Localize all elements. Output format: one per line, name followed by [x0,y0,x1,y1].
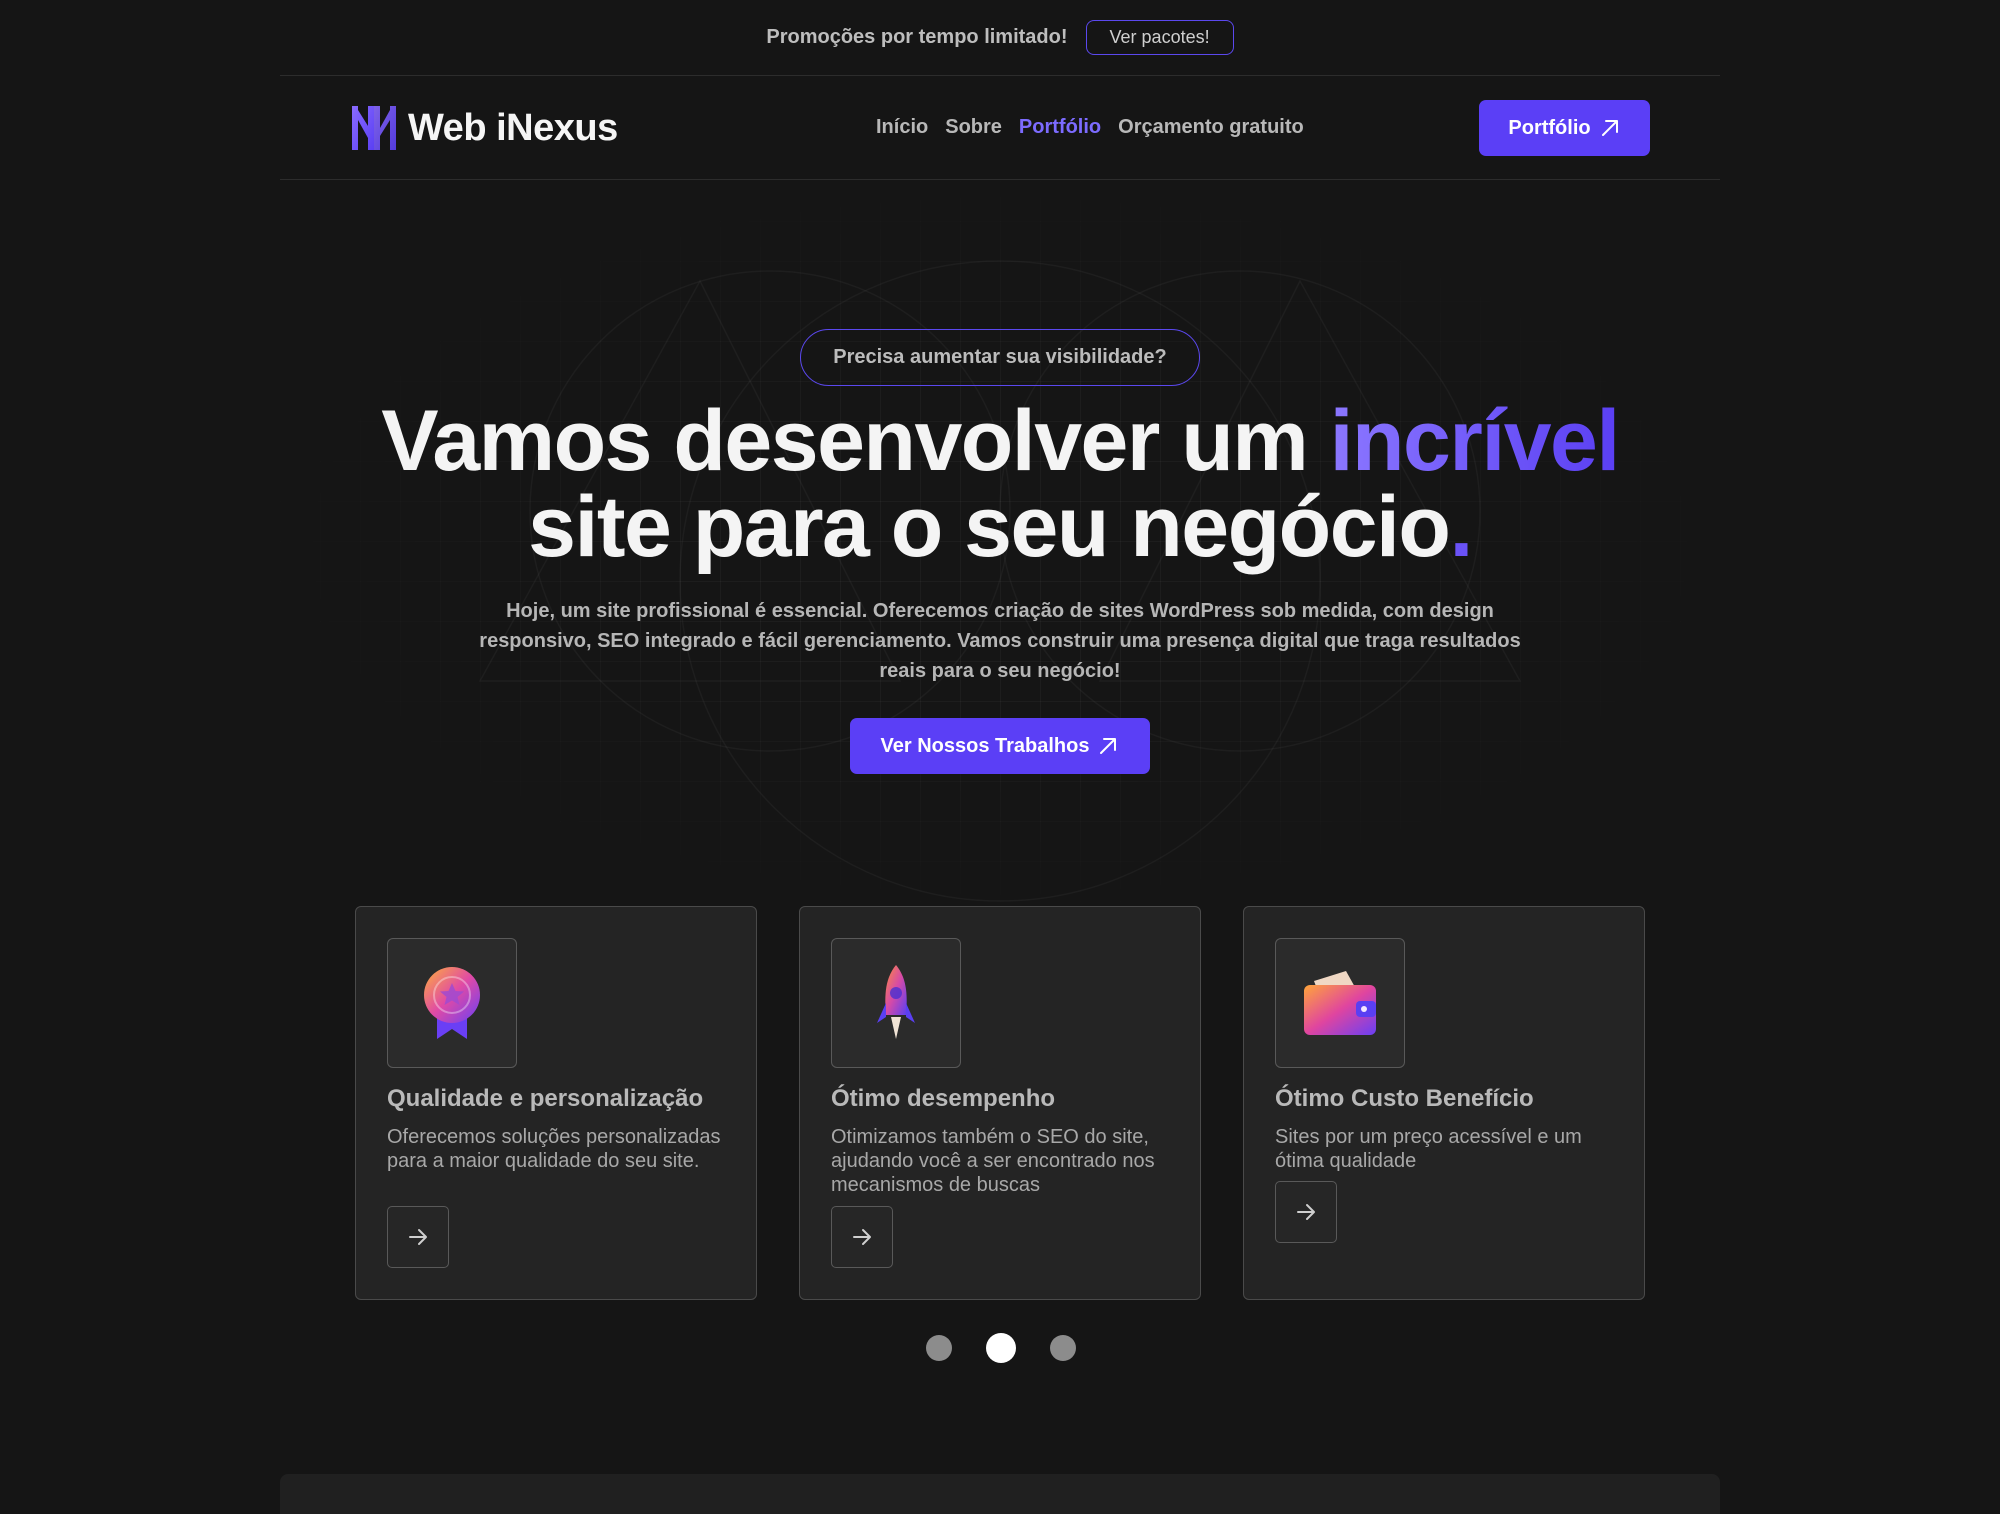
carousel-pagination [926,1333,1076,1363]
nav-item-sobre[interactable]: Sobre [945,116,1002,139]
portfolio-button[interactable]: Portfólio [1479,100,1650,156]
headline-part2: site para o seu negócio [528,479,1451,575]
visibility-pill: Precisa aumentar sua visibilidade? [800,329,1200,386]
portfolio-button-label: Portfólio [1508,116,1591,139]
arrow-right-icon [409,1229,427,1245]
nav-item-inicio[interactable]: Início [876,116,928,139]
hero-headline: Vamos desenvolver um incrível site para … [300,398,1700,570]
card-arrow-button[interactable] [831,1206,893,1268]
arrow-up-right-icon [1100,738,1117,754]
medal-icon [424,967,480,1039]
wallet-icon [1304,971,1376,1035]
card-description: Sites por um preço acessível e um ótima … [1275,1126,1582,1172]
next-section-edge [280,1474,1720,1514]
headline-accent: incrível [1329,393,1621,489]
card-arrow-button[interactable] [1275,1181,1337,1243]
headline-dot: . [1449,479,1473,575]
view-works-label: Ver Nossos Trabalhos [880,734,1090,757]
promo-bar: Promoções por tempo limitado! Ver pacote… [280,0,1720,76]
card-icon-box [831,938,961,1068]
site-header: Web iNexus Início Sobre Portfólio Orçame… [280,76,1720,180]
feature-card-cost-benefit: Ótimo Custo Benefício Sites por um preço… [1243,906,1645,1300]
pagination-dot-3[interactable] [1050,1335,1076,1361]
logo-text: Web iNexus [408,106,618,149]
card-description: Oferecemos soluções personalizadas para … [387,1126,721,1172]
arrow-up-right-icon [1601,120,1618,136]
pagination-dot-2[interactable] [986,1333,1016,1363]
arrow-right-icon [1297,1204,1315,1220]
card-arrow-button[interactable] [387,1206,449,1268]
card-icon-box [1275,938,1405,1068]
nav-item-portfolio[interactable]: Portfólio [1019,116,1101,139]
card-title: Qualidade e personalização [387,1085,704,1112]
hero-description: Hoje, um site profissional é essencial. … [479,600,1521,682]
nav-item-orcamento[interactable]: Orçamento gratuito [1118,116,1304,139]
promo-text: Promoções por tempo limitado! [766,26,1068,48]
logo[interactable]: Web iNexus [348,100,618,156]
headline-part1: Vamos desenvolver um [381,393,1330,489]
arrow-right-icon [853,1229,871,1245]
feature-card-performance: Ótimo desempenho Otimizamos também o SEO… [799,906,1201,1300]
logo-icon [352,106,396,150]
main-nav: Início Sobre Portfólio Orçamento gratuit… [876,112,1304,142]
view-packages-button[interactable]: Ver pacotes! [1085,20,1234,55]
card-icon-box [387,938,517,1068]
feature-card-quality: Qualidade e personalização Oferecemos so… [355,906,757,1300]
card-title: Ótimo desempenho [831,1085,1056,1112]
rocket-icon [877,965,915,1039]
card-title: Ótimo Custo Benefício [1275,1085,1534,1112]
view-works-button[interactable]: Ver Nossos Trabalhos [850,718,1150,774]
card-description: Otimizamos também o SEO do site, ajudand… [831,1126,1155,1196]
pagination-dot-1[interactable] [926,1335,952,1361]
